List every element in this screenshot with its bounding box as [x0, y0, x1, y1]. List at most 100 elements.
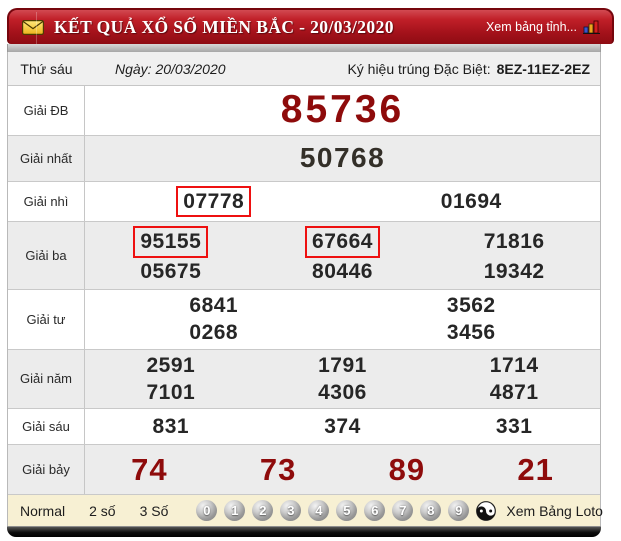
special-symbol-value: 8EZ-11EZ-2EZ — [497, 61, 590, 77]
draw-date: Ngày: 20/03/2020 — [115, 61, 226, 77]
prize-row-tu: Giải tư 6841 3562 0268 3456 — [8, 290, 600, 350]
prize-value-cell: 21 — [471, 450, 600, 490]
prize-number: 21 — [517, 450, 553, 490]
prize-value-cell: 3562 — [343, 292, 601, 319]
prize-value-line: 05675 80446 19342 — [85, 258, 600, 285]
mode-normal[interactable]: Normal — [8, 503, 77, 519]
prize-value-cell: 67664 — [257, 226, 429, 257]
prize-number: 1791 — [318, 352, 367, 379]
prize-number: 3456 — [447, 319, 496, 346]
view-province-table-link[interactable]: Xem bảng tỉnh... — [486, 20, 577, 34]
prize-value-line: 2591 1791 1714 — [85, 352, 600, 379]
prize-number: 19342 — [484, 258, 545, 285]
prize-value-cell: 50768 — [85, 140, 600, 176]
special-symbol: Ký hiệu trúng Đặc Biệt: 8EZ-11EZ-2EZ — [347, 61, 590, 77]
prize-label-tu: Giải tư — [8, 290, 85, 349]
prize-label-bay: Giải bảy — [8, 445, 85, 494]
digit-ball-5[interactable]: 5 — [336, 500, 357, 521]
mode-2so[interactable]: 2 số — [77, 503, 127, 519]
results-table: Thứ sáu Ngày: 20/03/2020 Ký hiệu trúng Đ… — [7, 52, 601, 495]
digit-ball-3[interactable]: 3 — [280, 500, 301, 521]
view-loto-table-link[interactable]: Xem Bảng Loto — [506, 503, 603, 519]
prize-value-line: 831 374 331 — [85, 413, 600, 440]
prize-value-cell: 85736 — [85, 89, 600, 132]
prize-values-bay: 74 7389 21 — [85, 445, 600, 494]
prize-value-line: 0777801694 — [85, 186, 600, 217]
prize-value-cell: 4306 — [257, 379, 429, 406]
prize-value-cell: 89 — [343, 450, 472, 490]
prize-values-nhi: 0777801694 — [85, 182, 600, 221]
prize-row-db: Giải ĐB85736 — [8, 86, 600, 136]
prize-number: 1714 — [490, 352, 539, 379]
prize-label-sau: Giải sáu — [8, 409, 85, 444]
digit-ball-2[interactable]: 2 — [252, 500, 273, 521]
special-symbol-label: Ký hiệu trúng Đặc Biệt: — [347, 61, 490, 77]
header-bar: KẾT QUẢ XỔ SỐ MIỀN BẮC - 20/03/2020 Xem … — [7, 8, 614, 44]
prize-value-cell: 374 — [257, 413, 429, 440]
prize-value-cell: 331 — [428, 413, 600, 440]
prize-value-cell: 74 — [85, 450, 214, 490]
bottom-shadow — [7, 526, 601, 537]
digit-ball-8[interactable]: 8 — [420, 500, 441, 521]
prize-value-line: 6841 3562 — [85, 292, 600, 319]
prize-value-cell: 71816 — [428, 226, 600, 257]
header-shadow-band — [7, 44, 601, 52]
prize-label-nhi: Giải nhì — [8, 182, 85, 221]
mode-3so[interactable]: 3 Số — [128, 503, 181, 519]
prize-value-line: 74 7389 21 — [85, 450, 600, 490]
bar-chart-icon[interactable] — [583, 20, 600, 34]
prize-value-cell: 05675 — [85, 258, 257, 285]
prize-number: 74 — [131, 450, 167, 490]
digit-ball-4[interactable]: 4 — [308, 500, 329, 521]
digit-ball-6[interactable]: 6 — [364, 500, 385, 521]
prize-value-line: 50768 — [85, 140, 600, 176]
prize-values-ba: 95155 67664 71816 05675 80446 19342 — [85, 222, 600, 289]
prize-number: 0268 — [189, 319, 238, 346]
prize-number: 4871 — [490, 379, 539, 406]
prize-value-cell: 3456 — [343, 319, 601, 346]
prize-row-nhi: Giải nhì0777801694 — [8, 182, 600, 222]
prize-value-cell: 7101 — [85, 379, 257, 406]
prize-number: 374 — [324, 413, 361, 440]
prize-number: 2591 — [146, 352, 195, 379]
prize-value-cell: 0268 — [85, 319, 343, 346]
prize-label-ba: Giải ba — [8, 222, 85, 289]
prize-label-db: Giải ĐB — [8, 86, 85, 135]
prize-value-line: 85736 — [85, 89, 600, 132]
prize-value-line: 0268 3456 — [85, 319, 600, 346]
prize-value-cell: 2591 — [85, 352, 257, 379]
prize-value-cell: 831 — [85, 413, 257, 440]
prize-number: 4306 — [318, 379, 367, 406]
prize-value-cell: 1714 — [428, 352, 600, 379]
prize-value-cell: 01694 — [343, 186, 601, 217]
prize-number: 6841 — [189, 292, 238, 319]
draw-info-row: Thứ sáu Ngày: 20/03/2020 Ký hiệu trúng Đ… — [8, 52, 600, 86]
prize-value-cell: 73 — [214, 450, 343, 490]
digit-ball-7[interactable]: 7 — [392, 500, 413, 521]
prize-value-line: 7101 4306 4871 — [85, 379, 600, 406]
prize-row-bay: Giải bảy 74 7389 21 — [8, 445, 600, 495]
prize-number-highlighted: 95155 — [133, 226, 208, 257]
prize-values-nhat: 50768 — [85, 136, 600, 181]
prize-row-sau: Giải sáu831 374 331 — [8, 409, 600, 445]
prize-values-db: 85736 — [85, 86, 600, 135]
digit-ball-9[interactable]: 9 — [448, 500, 469, 521]
prize-number: 05675 — [140, 258, 201, 285]
prize-number: 01694 — [441, 188, 502, 215]
digit-ball-0[interactable]: 0 — [196, 500, 217, 521]
digit-ball-strip: 0123456789 — [196, 500, 469, 521]
prize-value-cell: 95155 — [85, 226, 257, 257]
digit-ball-1[interactable]: 1 — [224, 500, 245, 521]
prize-number: 50768 — [300, 140, 385, 176]
prize-row-nhat: Giải nhất50768 — [8, 136, 600, 182]
prize-value-line: 95155 67664 71816 — [85, 226, 600, 257]
envelope-icon — [22, 20, 44, 35]
lottery-result-widget: KẾT QUẢ XỔ SỐ MIỀN BẮC - 20/03/2020 Xem … — [7, 8, 614, 537]
prize-rows-container: Giải ĐB85736Giải nhất50768Giải nhì077780… — [8, 86, 600, 495]
prize-value-cell: 19342 — [428, 258, 600, 285]
prize-number: 3562 — [447, 292, 496, 319]
prize-value-cell: 80446 — [257, 258, 429, 285]
prize-number: 331 — [496, 413, 533, 440]
yin-yang-icon[interactable] — [476, 501, 496, 521]
prize-number: 71816 — [484, 228, 545, 255]
